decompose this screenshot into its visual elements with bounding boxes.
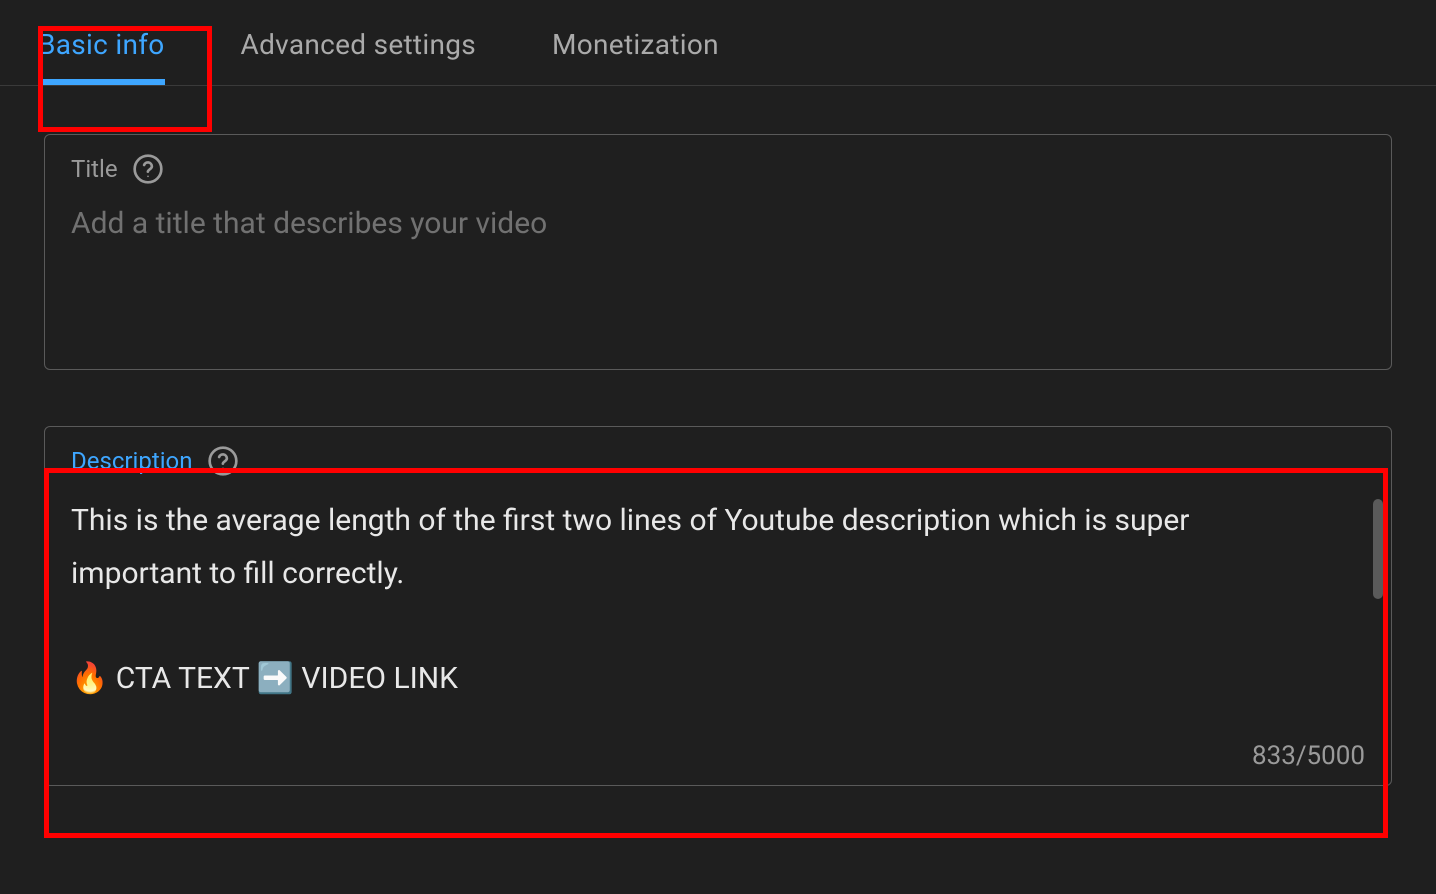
description-text: This is the average length of the first … bbox=[71, 495, 1365, 705]
description-label-row: Description bbox=[71, 445, 1365, 477]
tab-label: Monetization bbox=[552, 28, 719, 61]
description-field-box[interactable]: Description This is the average length o… bbox=[44, 426, 1392, 786]
content-area: Title Add a title that describes your vi… bbox=[0, 86, 1436, 786]
title-label: Title bbox=[71, 155, 118, 183]
tabs-bar: Basic info Advanced settings Monetizatio… bbox=[0, 0, 1436, 86]
tab-label: Advanced settings bbox=[241, 28, 477, 61]
help-icon[interactable] bbox=[207, 445, 239, 477]
title-field-box[interactable]: Title Add a title that describes your vi… bbox=[44, 134, 1392, 370]
tab-monetization[interactable]: Monetization bbox=[514, 0, 757, 85]
description-label: Description bbox=[71, 447, 193, 475]
character-counter: 833/5000 bbox=[1252, 741, 1365, 771]
title-placeholder: Add a title that describes your video bbox=[71, 203, 1365, 245]
scrollbar-thumb[interactable] bbox=[1373, 499, 1383, 599]
help-icon[interactable] bbox=[132, 153, 164, 185]
tab-basic-info[interactable]: Basic info bbox=[0, 0, 203, 85]
tab-label: Basic info bbox=[38, 28, 165, 61]
tab-advanced-settings[interactable]: Advanced settings bbox=[203, 0, 515, 85]
title-label-row: Title bbox=[71, 153, 1365, 185]
